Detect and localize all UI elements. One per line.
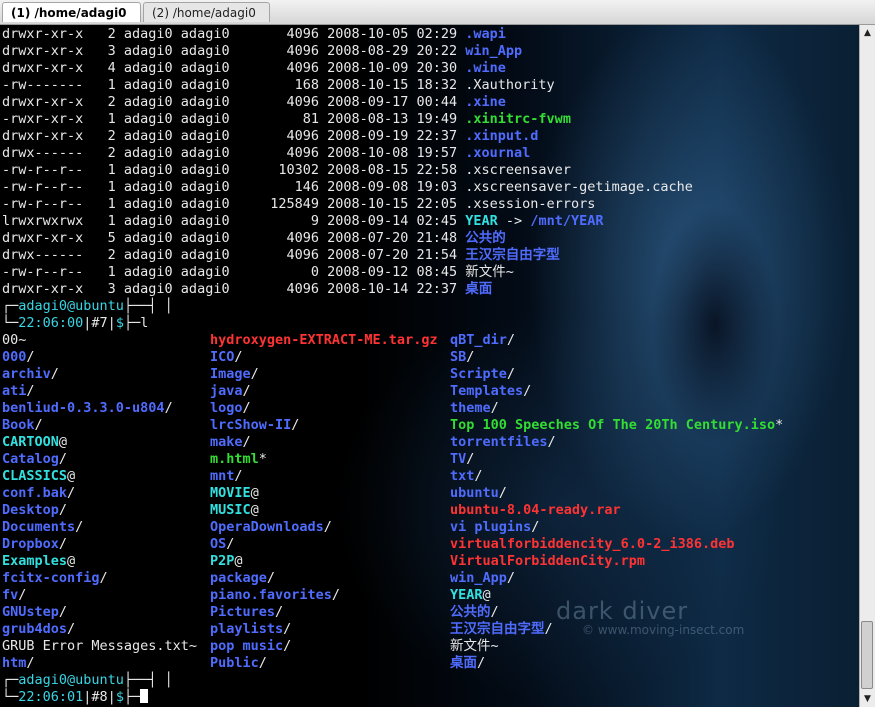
- file-entry: 000/: [2, 349, 35, 365]
- file-entry: 桌面/: [450, 655, 486, 671]
- tab-2[interactable]: (2) /home/adagi0: [143, 2, 270, 22]
- file-entry: P2P@: [210, 553, 243, 569]
- file-entry: m.html*: [210, 451, 267, 467]
- file-entry: GRUB Error Messages.txt~: [2, 638, 198, 654]
- file-entry: virtualforbiddencity_6.0-2_i386.deb: [450, 536, 735, 552]
- file-entry: mnt/: [210, 468, 243, 484]
- listing-row: drwx------ 2 adagi0 adagi0 4096 2008-07-…: [2, 247, 560, 263]
- file-entry: TV/: [450, 451, 475, 467]
- file-entry: MOVIE@: [210, 485, 259, 501]
- file-entry: Catalog/: [2, 451, 68, 467]
- file-entry: 王汉宗自由字型/: [450, 621, 553, 637]
- file-entry: vi plugins/: [450, 519, 540, 535]
- file-entry: benliud-0.3.3.0-u804/: [2, 400, 173, 416]
- file-entry: hydroxygen-EXTRACT-ME.tar.gz: [210, 332, 438, 348]
- watermark-title: dark diver: [556, 597, 689, 625]
- file-entry: package/: [210, 570, 276, 586]
- file-entry: playlists/: [210, 621, 292, 637]
- file-entry: fcitx-config/: [2, 570, 108, 586]
- listing-row: drwx------ 2 adagi0 adagi0 4096 2008-10-…: [2, 145, 531, 161]
- listing-row: lrwxrwxrwx 1 adagi0 adagi0 9 2008-09-14 …: [2, 213, 604, 229]
- prompt-line-top: ┌─adagi0@ubuntu├──┤ │: [2, 672, 173, 688]
- file-entry: htm/: [2, 655, 35, 671]
- file-entry: ubuntu-8.04-ready.rar: [450, 502, 621, 518]
- file-entry: 新文件~: [450, 638, 499, 654]
- file-entry: java/: [210, 383, 251, 399]
- file-entry: Examples@: [2, 553, 76, 569]
- file-entry: CLASSICS@: [2, 468, 76, 484]
- tab-bar: (1) /home/adagi0 (2) /home/adagi0: [0, 0, 875, 25]
- file-entry: pop music/: [210, 638, 292, 654]
- file-entry: logo/: [210, 400, 251, 416]
- file-entry: OperaDownloads/: [210, 519, 332, 535]
- file-entry: piano.favorites/: [210, 587, 341, 603]
- file-entry: Scripte/: [450, 366, 516, 382]
- listing-row: drwxr-xr-x 3 adagi0 adagi0 4096 2008-10-…: [2, 281, 493, 297]
- scroll-up-arrow-icon[interactable]: ▲: [860, 25, 875, 41]
- listing-row: drwxr-xr-x 5 adagi0 adagi0 4096 2008-07-…: [2, 230, 506, 246]
- file-entry: fv/: [2, 587, 27, 603]
- listing-row: -rw-r--r-- 1 adagi0 adagi0 125849 2008-1…: [2, 196, 596, 212]
- listing-row: -rw-r--r-- 1 adagi0 adagi0 146 2008-09-0…: [2, 179, 693, 195]
- file-entry: ati/: [2, 383, 35, 399]
- listing-row: drwxr-xr-x 2 adagi0 adagi0 4096 2008-09-…: [2, 94, 506, 110]
- file-entry: SB/: [450, 349, 475, 365]
- listing-row: -rw-r--r-- 1 adagi0 adagi0 10302 2008-08…: [2, 162, 571, 178]
- file-entry: txt/: [450, 468, 483, 484]
- file-entry: archiv/: [2, 366, 59, 382]
- prompt-line-bottom[interactable]: └─22:06:01|#8|$├─: [2, 689, 149, 706]
- listing-row: drwxr-xr-x 4 adagi0 adagi0 4096 2008-10-…: [2, 60, 506, 76]
- file-entry: OS/: [210, 536, 235, 552]
- file-entry: ubuntu/: [450, 485, 507, 501]
- file-entry: lrcShow-II/: [210, 417, 300, 433]
- vertical-scrollbar[interactable]: ▲ ▼: [859, 25, 875, 707]
- text-cursor: [140, 689, 149, 703]
- file-entry: MUSIC@: [210, 502, 259, 518]
- file-entry: Templates/: [450, 383, 532, 399]
- terminal-window: (1) /home/adagi0 (2) /home/adagi0 dark d…: [0, 0, 875, 707]
- file-entry: make/: [210, 434, 251, 450]
- file-entry: win_App/: [450, 570, 516, 586]
- prompt-line-top: ┌─adagi0@ubuntu├──┤ │: [2, 298, 173, 314]
- file-entry: GNUstep/: [2, 604, 68, 620]
- file-entry: Pictures/: [210, 604, 284, 620]
- file-entry: YEAR@: [450, 587, 491, 603]
- scroll-down-arrow-icon[interactable]: ▼: [860, 691, 875, 707]
- watermark-url: © www.moving-insect.com: [582, 623, 745, 637]
- file-entry: Public/: [210, 655, 267, 671]
- wallpaper-watermark: dark diver © www.moving-insect.com: [556, 597, 744, 637]
- file-entry: torrentfiles/: [450, 434, 556, 450]
- listing-row: -rw-r--r-- 1 adagi0 adagi0 0 2008-09-12 …: [2, 264, 514, 280]
- file-entry: Image/: [210, 366, 259, 382]
- file-entry: 公共的/: [450, 604, 499, 620]
- file-entry: Desktop/: [2, 502, 68, 518]
- listing-row: drwxr-xr-x 2 adagi0 adagi0 4096 2008-09-…: [2, 128, 539, 144]
- file-entry: Top 100 Speeches Of The 20Th Century.iso…: [450, 417, 784, 433]
- file-entry: 00~: [2, 332, 27, 348]
- file-entry: qBT_dir/: [450, 332, 516, 348]
- terminal-output[interactable]: dark diver © www.moving-insect.com drwxr…: [0, 25, 859, 707]
- listing-row: -rw------- 1 adagi0 adagi0 168 2008-10-1…: [2, 77, 555, 93]
- file-entry: grub4dos/: [2, 621, 76, 637]
- file-entry: conf.bak/: [2, 485, 76, 501]
- file-entry: Documents/: [2, 519, 84, 535]
- file-entry: VirtualForbiddenCity.rpm: [450, 553, 646, 569]
- file-entry: theme/: [450, 400, 499, 416]
- file-entry: Dropbox/: [2, 536, 68, 552]
- listing-row: drwxr-xr-x 2 adagi0 adagi0 4096 2008-10-…: [2, 26, 506, 42]
- prompt-line-bottom: └─22:06:00|#7|$├─l: [2, 315, 149, 331]
- scrollbar-thumb[interactable]: [861, 621, 873, 689]
- tab-1[interactable]: (1) /home/adagi0: [2, 2, 141, 22]
- file-entry: CARTOON@: [2, 434, 68, 450]
- file-entry: Book/: [2, 417, 43, 433]
- listing-row: drwxr-xr-x 3 adagi0 adagi0 4096 2008-08-…: [2, 43, 523, 59]
- listing-row: -rwxr-xr-x 1 adagi0 adagi0 81 2008-08-13…: [2, 111, 571, 127]
- file-entry: ICO/: [210, 349, 243, 365]
